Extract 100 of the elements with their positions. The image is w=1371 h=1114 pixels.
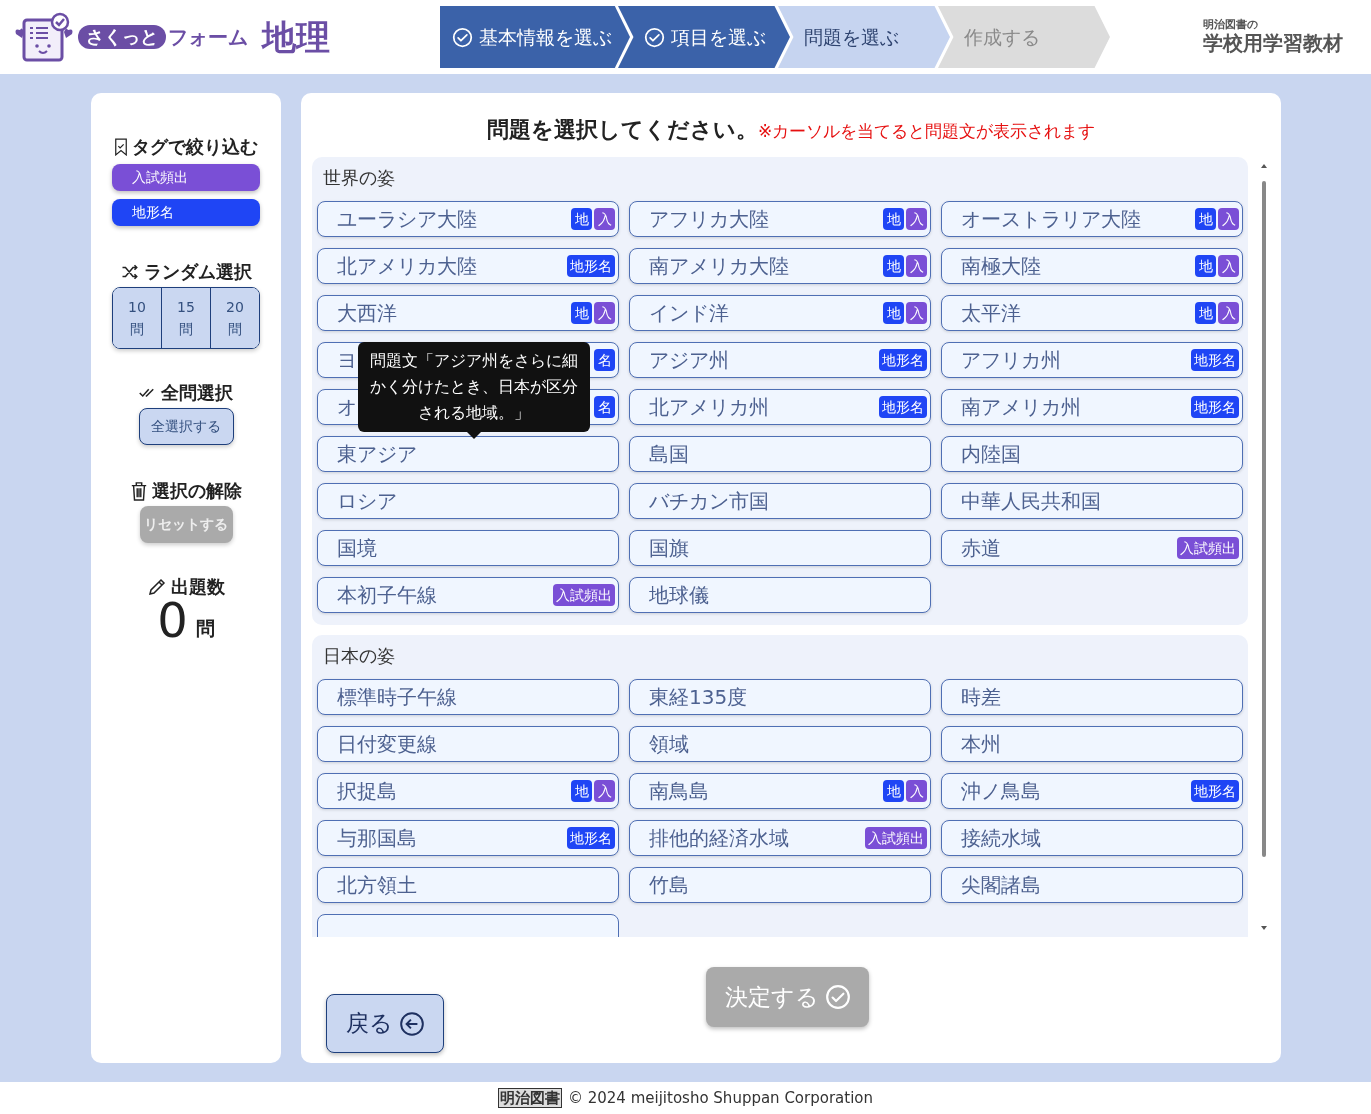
tag-badge: 名 xyxy=(594,349,615,371)
question-button[interactable]: 南極大陸 地 入 xyxy=(941,248,1243,284)
tag-badge: 入試頻出 xyxy=(1177,537,1239,559)
question-button[interactable]: 太平洋 地 入 xyxy=(941,295,1243,331)
tag-badge: 入 xyxy=(594,208,615,230)
question-button[interactable]: バチカン市国 xyxy=(629,483,931,519)
question-button[interactable]: 南鳥島 地 入 xyxy=(629,773,931,809)
random-count-button[interactable]: 15 問 xyxy=(161,288,210,348)
question-button[interactable]: 東経135度 xyxy=(629,679,931,715)
tag-badge: 地 xyxy=(883,255,904,277)
trash-icon xyxy=(130,480,148,501)
question-button[interactable]: ユーラシア大陸 地 入 xyxy=(317,201,619,237)
tag-badge: 入 xyxy=(594,302,615,324)
shuffle-icon xyxy=(120,262,140,281)
copyright-text: © 2024 meijitosho Shuppan Corporation xyxy=(567,1087,873,1109)
question-button[interactable]: 大西洋 地 入 xyxy=(317,295,619,331)
question-button[interactable]: アフリカ大陸 地 入 xyxy=(629,201,931,237)
tag-badge: 地形名 xyxy=(879,396,927,418)
question-button[interactable]: 地球儀 xyxy=(629,577,931,613)
question-button[interactable]: 竹島 xyxy=(629,867,931,903)
question-button[interactable]: 領域 xyxy=(629,726,931,762)
question-button[interactable]: ロシア xyxy=(317,483,619,519)
tag-badge: 入 xyxy=(906,208,927,230)
question-button[interactable]: 中華人民共和国 xyxy=(941,483,1243,519)
section-heading: 選択の解除 xyxy=(152,479,242,503)
section-heading: 全問選択 xyxy=(161,381,233,405)
question-button[interactable]: オーストラリア大陸 地 入 xyxy=(941,201,1243,237)
tag-badge: 入 xyxy=(906,302,927,324)
arrow-left-circle-icon xyxy=(398,1010,425,1037)
question-button[interactable]: 本州 xyxy=(941,726,1243,762)
section-title: 日本の姿 xyxy=(322,644,396,668)
section-heading: タグで絞り込む xyxy=(132,135,258,159)
check-circle-icon xyxy=(644,26,665,48)
tag-badge: 地 xyxy=(1195,255,1216,277)
question-button[interactable]: 国旗 xyxy=(629,530,931,566)
tag-filter-button[interactable]: 入試頻出 xyxy=(112,164,260,191)
pencil-icon xyxy=(147,576,167,597)
question-button[interactable]: 択捉島 地 入 xyxy=(317,773,619,809)
bookmark-icon xyxy=(114,137,128,156)
question-button[interactable]: 北アメリカ州 地形名 xyxy=(629,389,931,425)
tag-badge: 地形名 xyxy=(567,255,615,277)
tag-badge: 入試頻出 xyxy=(865,827,927,849)
count-unit: 問 xyxy=(195,615,215,641)
tag-badge: 入 xyxy=(1218,255,1239,277)
question-button[interactable]: 東アジア xyxy=(317,436,619,472)
back-button[interactable]: 戻る xyxy=(326,994,444,1053)
logo-badge: さくっと xyxy=(78,25,166,49)
question-button[interactable]: アフリカ州 地形名 xyxy=(941,342,1243,378)
question-tooltip: 問題文「アジア州をさらに細かく分けたとき、日本が区分される地域。」 xyxy=(358,342,590,432)
question-button[interactable]: 沖ノ鳥島 地形名 xyxy=(941,773,1243,809)
question-button[interactable]: 国境 xyxy=(317,530,619,566)
question-button[interactable]: 尖閣諸島 xyxy=(941,867,1243,903)
step-tab[interactable]: 項目を選ぶ xyxy=(618,6,790,68)
question-button[interactable]: 時差 xyxy=(941,679,1243,715)
question-button[interactable]: 南アメリカ大陸 地 入 xyxy=(629,248,931,284)
question-button[interactable]: 本初子午線 入試頻出 xyxy=(317,577,619,613)
question-button[interactable]: 与那国島 地形名 xyxy=(317,820,619,856)
check-circle-icon xyxy=(824,984,851,1010)
tag-badge: 地 xyxy=(571,302,592,324)
tooltip-pointer xyxy=(467,432,481,439)
question-button[interactable]: アジア州 地形名 xyxy=(629,342,931,378)
question-button[interactable]: 南アメリカ州 地形名 xyxy=(941,389,1243,425)
publisher-caption: 明治図書の xyxy=(1203,19,1258,31)
tag-badge: 入試頻出 xyxy=(553,584,615,606)
publisher-title: 学校用学習教材 xyxy=(1203,31,1343,55)
tag-badge: 地 xyxy=(883,208,904,230)
check-circle-icon xyxy=(452,26,473,48)
tag-badge: 地 xyxy=(571,780,592,802)
question-button[interactable]: 標準時子午線 xyxy=(317,679,619,715)
hint-text: ※カーソルを当てると問題文が表示されます xyxy=(757,121,1096,141)
tag-badge: 地形名 xyxy=(1191,349,1239,371)
question-button[interactable]: 排他的経済水域 入試頻出 xyxy=(629,820,931,856)
question-button[interactable]: 接続水域 xyxy=(941,820,1243,856)
double-check-icon xyxy=(139,386,157,399)
question-button[interactable]: 日付変更線 xyxy=(317,726,619,762)
tag-badge: 入 xyxy=(906,780,927,802)
question-button[interactable]: 島国 xyxy=(629,436,931,472)
panel-title: 問題を選択してください。 xyxy=(486,117,758,142)
question-button[interactable]: インド洋 地 入 xyxy=(629,295,931,331)
section-title: 世界の姿 xyxy=(322,166,396,190)
tag-badge: 入 xyxy=(906,255,927,277)
logo-text: フォーム xyxy=(168,24,248,51)
subject-title: 地理 xyxy=(262,15,330,59)
question-button[interactable]: 北アメリカ大陸 地形名 xyxy=(317,248,619,284)
tag-badge: 名 xyxy=(594,396,615,418)
step-tab[interactable]: 基本情報を選ぶ xyxy=(440,6,630,68)
tag-badge: 地 xyxy=(883,780,904,802)
question-button[interactable]: 赤道 入試頻出 xyxy=(941,530,1243,566)
step-tab[interactable]: 問題を選ぶ xyxy=(778,6,950,68)
tag-badge: 地 xyxy=(1195,208,1216,230)
tag-badge: 地 xyxy=(571,208,592,230)
question-button[interactable]: 北方領土 xyxy=(317,867,619,903)
select-all-button[interactable]: 全選択する xyxy=(138,408,234,445)
tag-badge: 入 xyxy=(1218,208,1239,230)
tag-filter-button[interactable]: 地形名 xyxy=(112,199,260,226)
random-count-button[interactable]: 10 問 xyxy=(113,288,161,348)
question-button[interactable]: 内陸国 xyxy=(941,436,1243,472)
tag-badge: 地 xyxy=(1195,302,1216,324)
random-count-button[interactable]: 20 問 xyxy=(210,288,259,348)
tag-badge: 地形名 xyxy=(879,349,927,371)
